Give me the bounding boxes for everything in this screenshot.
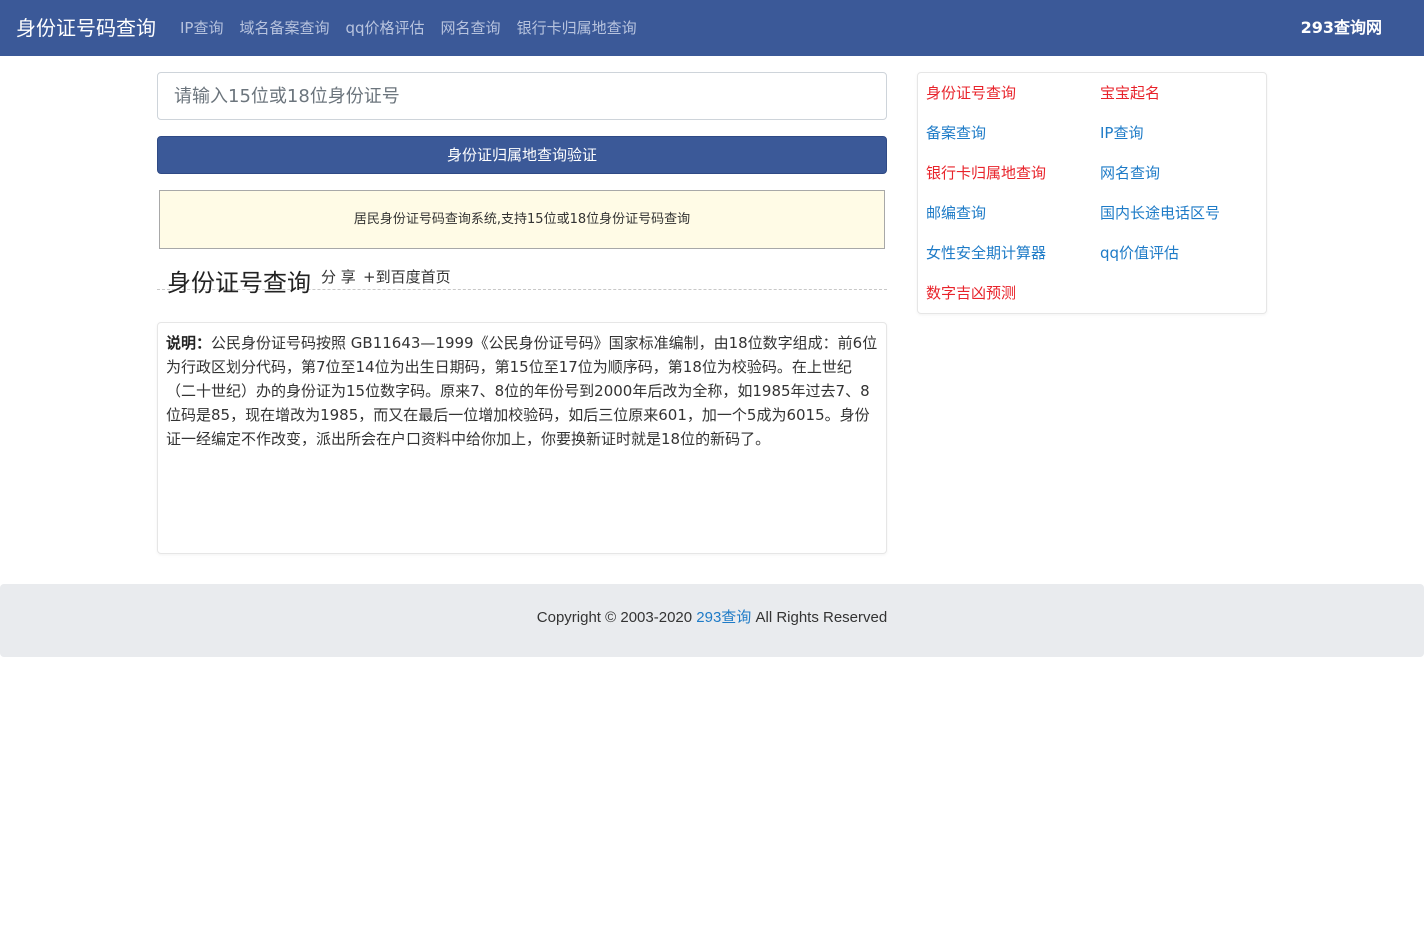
nav-link-bank-card[interactable]: 银行卡归属地查询 xyxy=(517,18,637,38)
id-number-input[interactable] xyxy=(157,72,887,120)
brand-title[interactable]: 身份证号码查询 xyxy=(16,14,156,42)
share-link[interactable]: 分 享 xyxy=(321,267,356,287)
add-to-baidu-home-link[interactable]: +到百度首页 xyxy=(363,267,451,287)
footer-rights-suffix: All Rights Reserved xyxy=(751,609,888,626)
footer-copyright-prefix: Copyright © 2003-2020 xyxy=(536,609,697,626)
sidebar-link-baby-name[interactable]: 宝宝起名 xyxy=(1100,82,1160,104)
sidebar-link-ip-query[interactable]: IP查询 xyxy=(1100,122,1143,144)
section-header: 身份证号查询 分 享 +到百度首页 xyxy=(157,262,887,297)
site-name-link[interactable]: 293查询网 xyxy=(1301,17,1382,39)
sidebar-link-bank-card[interactable]: 银行卡归属地查询 xyxy=(926,162,1046,184)
sidebar-link-nickname[interactable]: 网名查询 xyxy=(1100,162,1160,184)
sidebar-links-panel: 身份证号查询 宝宝起名 备案查询 IP查询 银行卡归属地查询 网名查询 邮编查询… xyxy=(917,72,1267,314)
description-text: 公民身份证号码按照 GB11643—1999《公民身份证号码》国家标准编制，由1… xyxy=(166,334,878,448)
sidebar-link-area-code[interactable]: 国内长途电话区号 xyxy=(1100,202,1220,224)
notice-box: 居民身份证号码查询系统,支持15位或18位身份证号码查询 xyxy=(159,190,885,249)
nav-link-ip[interactable]: IP查询 xyxy=(180,18,223,38)
footer-site-link[interactable]: 293查询 xyxy=(696,609,751,626)
query-button[interactable]: 身份证归属地查询验证 xyxy=(157,136,887,174)
top-navbar: 身份证号码查询 IP查询 域名备案查询 qq价格评估 网名查询 银行卡归属地查询… xyxy=(0,0,1424,56)
nav-link-nickname[interactable]: 网名查询 xyxy=(441,18,501,38)
nav-links: IP查询 域名备案查询 qq价格评估 网名查询 银行卡归属地查询 xyxy=(180,18,637,38)
sidebar-link-record-query[interactable]: 备案查询 xyxy=(926,122,986,144)
description-label: 说明： xyxy=(166,334,212,352)
sidebar-link-number-fortune[interactable]: 数字吉凶预测 xyxy=(926,282,1016,304)
sidebar-link-qq-value[interactable]: qq价值评估 xyxy=(1100,242,1179,264)
sidebar-link-id-query[interactable]: 身份证号查询 xyxy=(926,82,1016,104)
nav-link-domain-record[interactable]: 域名备案查询 xyxy=(239,18,329,38)
description-card: 说明：公民身份证号码按照 GB11643—1999《公民身份证号码》国家标准编制… xyxy=(157,322,887,554)
nav-link-qq-price[interactable]: qq价格评估 xyxy=(346,18,425,38)
section-title: 身份证号查询 xyxy=(167,269,311,297)
footer: Copyright © 2003-2020 293查询 All Rights R… xyxy=(0,584,1424,657)
sidebar-link-safe-period[interactable]: 女性安全期计算器 xyxy=(926,242,1046,264)
sidebar-link-postcode[interactable]: 邮编查询 xyxy=(926,202,986,224)
